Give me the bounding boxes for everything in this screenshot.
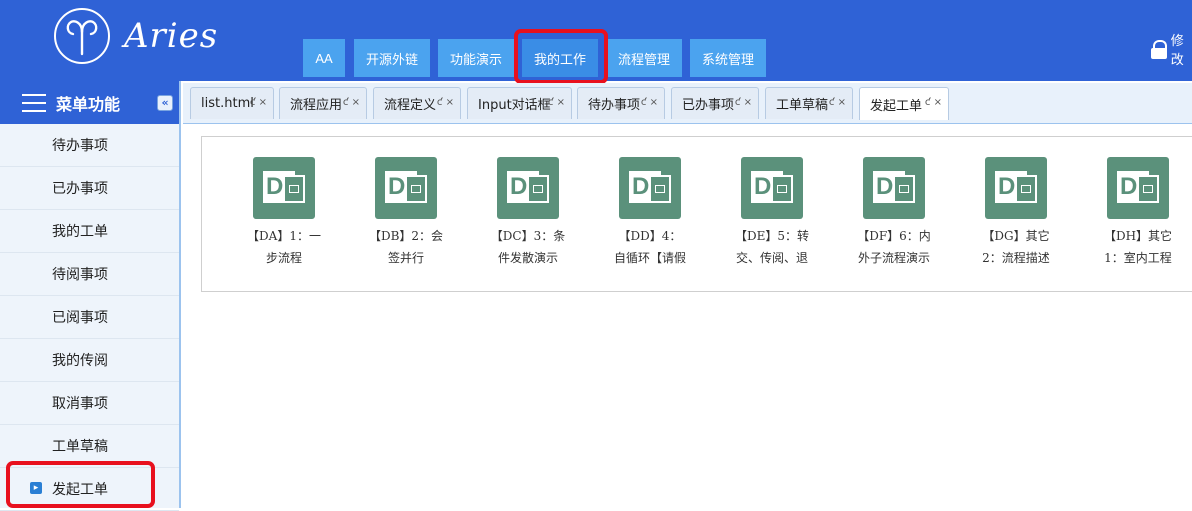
workflow-label: 【DA】1：一 步流程 <box>247 229 321 265</box>
tab-list-html[interactable]: list.html ƈ × <box>190 87 274 119</box>
sidebar-item-my-circulation[interactable]: 我的传阅 <box>0 339 179 382</box>
workflow-label: 【DC】3：条 件发散演示 <box>490 229 566 265</box>
workflow-label: 【DE】5：转 交、传阅、退 <box>734 229 810 265</box>
workflow-card[interactable]: D 【DF】6：内 外子流程演示 <box>839 157 949 269</box>
visio-icon: D <box>863 157 925 219</box>
visio-icon: D <box>497 157 559 219</box>
close-icon[interactable]: × <box>838 97 846 108</box>
workflow-label: 【DD】4： 自循环【请假 <box>613 229 686 265</box>
sidebar-item-cancelled[interactable]: 取消事项 <box>0 382 179 425</box>
close-icon[interactable]: × <box>650 97 658 108</box>
sidebar-item-read[interactable]: 已阅事项 <box>0 296 179 339</box>
workflow-label: 【DH】其它 1：室内工程 <box>1103 229 1173 265</box>
close-icon[interactable]: × <box>352 97 360 108</box>
aries-symbol-icon <box>54 8 110 64</box>
close-icon[interactable]: × <box>744 97 752 108</box>
close-icon[interactable]: × <box>259 97 267 108</box>
tab-process-definitions[interactable]: 流程定义 ƈ × <box>373 87 461 119</box>
tab-start-ticket[interactable]: 发起工单 ƈ × <box>859 87 949 120</box>
workflow-label: 【DG】其它 2：流程描述 <box>982 229 1050 265</box>
workflow-card[interactable]: D 【DE】5：转 交、传阅、退 <box>717 157 827 269</box>
refresh-icon[interactable]: ƈ <box>641 97 647 108</box>
sidebar-item-my-tickets[interactable]: 我的工单 <box>0 210 179 253</box>
highlight-box-sidebar <box>6 461 155 508</box>
menu-icon <box>22 93 46 113</box>
workflow-panel: D 【DA】1：一 步流程 D 【DB】2：会 签并行 D 【DC】3：条 件发散演示… <box>201 136 1192 292</box>
visio-icon: D <box>375 157 437 219</box>
workflow-card[interactable]: D 【DC】3：条 件发散演示 <box>473 157 583 269</box>
nav-system-management[interactable]: 系统管理 <box>690 39 766 77</box>
collapse-sidebar-icon[interactable]: « <box>157 95 173 111</box>
refresh-icon[interactable]: ƈ <box>250 97 256 108</box>
sidebar: 菜单功能 « 待办事项 已办事项 我的工单 待阅事项 已阅事项 我的传阅 取消事… <box>0 81 181 511</box>
workflow-card[interactable]: D 【DD】4： 自循环【请假 <box>595 157 705 269</box>
refresh-icon[interactable]: ƈ <box>735 97 741 108</box>
workflow-card[interactable]: D 【DH】其它 1：室内工程 <box>1083 157 1192 269</box>
workflow-label: 【DF】6：内 外子流程演示 <box>857 229 931 265</box>
refresh-icon[interactable]: ƈ <box>343 97 349 108</box>
tab-input-dialog[interactable]: Input对话框 ƈ × <box>467 87 572 119</box>
modify-password-link[interactable]: 修改 <box>1150 30 1192 68</box>
logo[interactable]: Aries <box>54 8 217 68</box>
nav-process-management[interactable]: 流程管理 <box>606 39 682 77</box>
workflow-card[interactable]: D 【DG】其它 2：流程描述 <box>961 157 1071 269</box>
visio-icon: D <box>619 157 681 219</box>
visio-icon: D <box>985 157 1047 219</box>
visio-icon: D <box>253 157 315 219</box>
refresh-icon[interactable]: ƈ <box>925 97 931 108</box>
nav-demos[interactable]: 功能演示 <box>438 39 514 77</box>
sidebar-title: 菜单功能 <box>56 94 121 114</box>
close-icon[interactable]: × <box>557 97 565 108</box>
close-icon[interactable]: × <box>446 97 454 108</box>
logo-text: Aries <box>124 16 219 56</box>
visio-icon: D <box>741 157 803 219</box>
sidebar-item-to-read[interactable]: 待阅事项 <box>0 253 179 296</box>
workflow-label: 【DB】2：会 签并行 <box>368 229 444 265</box>
visio-icon: D <box>1107 157 1169 219</box>
sidebar-item-done[interactable]: 已办事项 <box>0 167 179 210</box>
nav-aa[interactable]: AA <box>303 39 345 77</box>
sidebar-item-todo[interactable]: 待办事项 <box>0 124 179 167</box>
tab-done[interactable]: 已办事项 ƈ × <box>671 87 759 119</box>
tab-drafts[interactable]: 工单草稿 ƈ × <box>765 87 853 119</box>
close-icon[interactable]: × <box>934 97 942 108</box>
refresh-icon[interactable]: ƈ <box>437 97 443 108</box>
workflow-card[interactable]: D 【DA】1：一 步流程 <box>229 157 339 269</box>
lock-icon <box>1150 40 1167 59</box>
tab-todo[interactable]: 待办事项 ƈ × <box>577 87 665 119</box>
nav-open-source-links[interactable]: 开源外链 <box>354 39 430 77</box>
sidebar-header: 菜单功能 « <box>0 81 179 124</box>
tab-bar: list.html ƈ × 流程应用 ƈ × 流程定义 ƈ × Input对话框 ƈ ×… <box>183 83 1192 124</box>
refresh-icon[interactable]: ƈ <box>829 97 835 108</box>
modify-label: 修改 <box>1170 34 1184 68</box>
refresh-icon[interactable]: ƈ <box>548 97 554 108</box>
highlight-box-nav <box>514 29 608 84</box>
tab-process-apps[interactable]: 流程应用 ƈ × <box>279 87 367 119</box>
workflow-card[interactable]: D 【DB】2：会 签并行 <box>351 157 461 269</box>
